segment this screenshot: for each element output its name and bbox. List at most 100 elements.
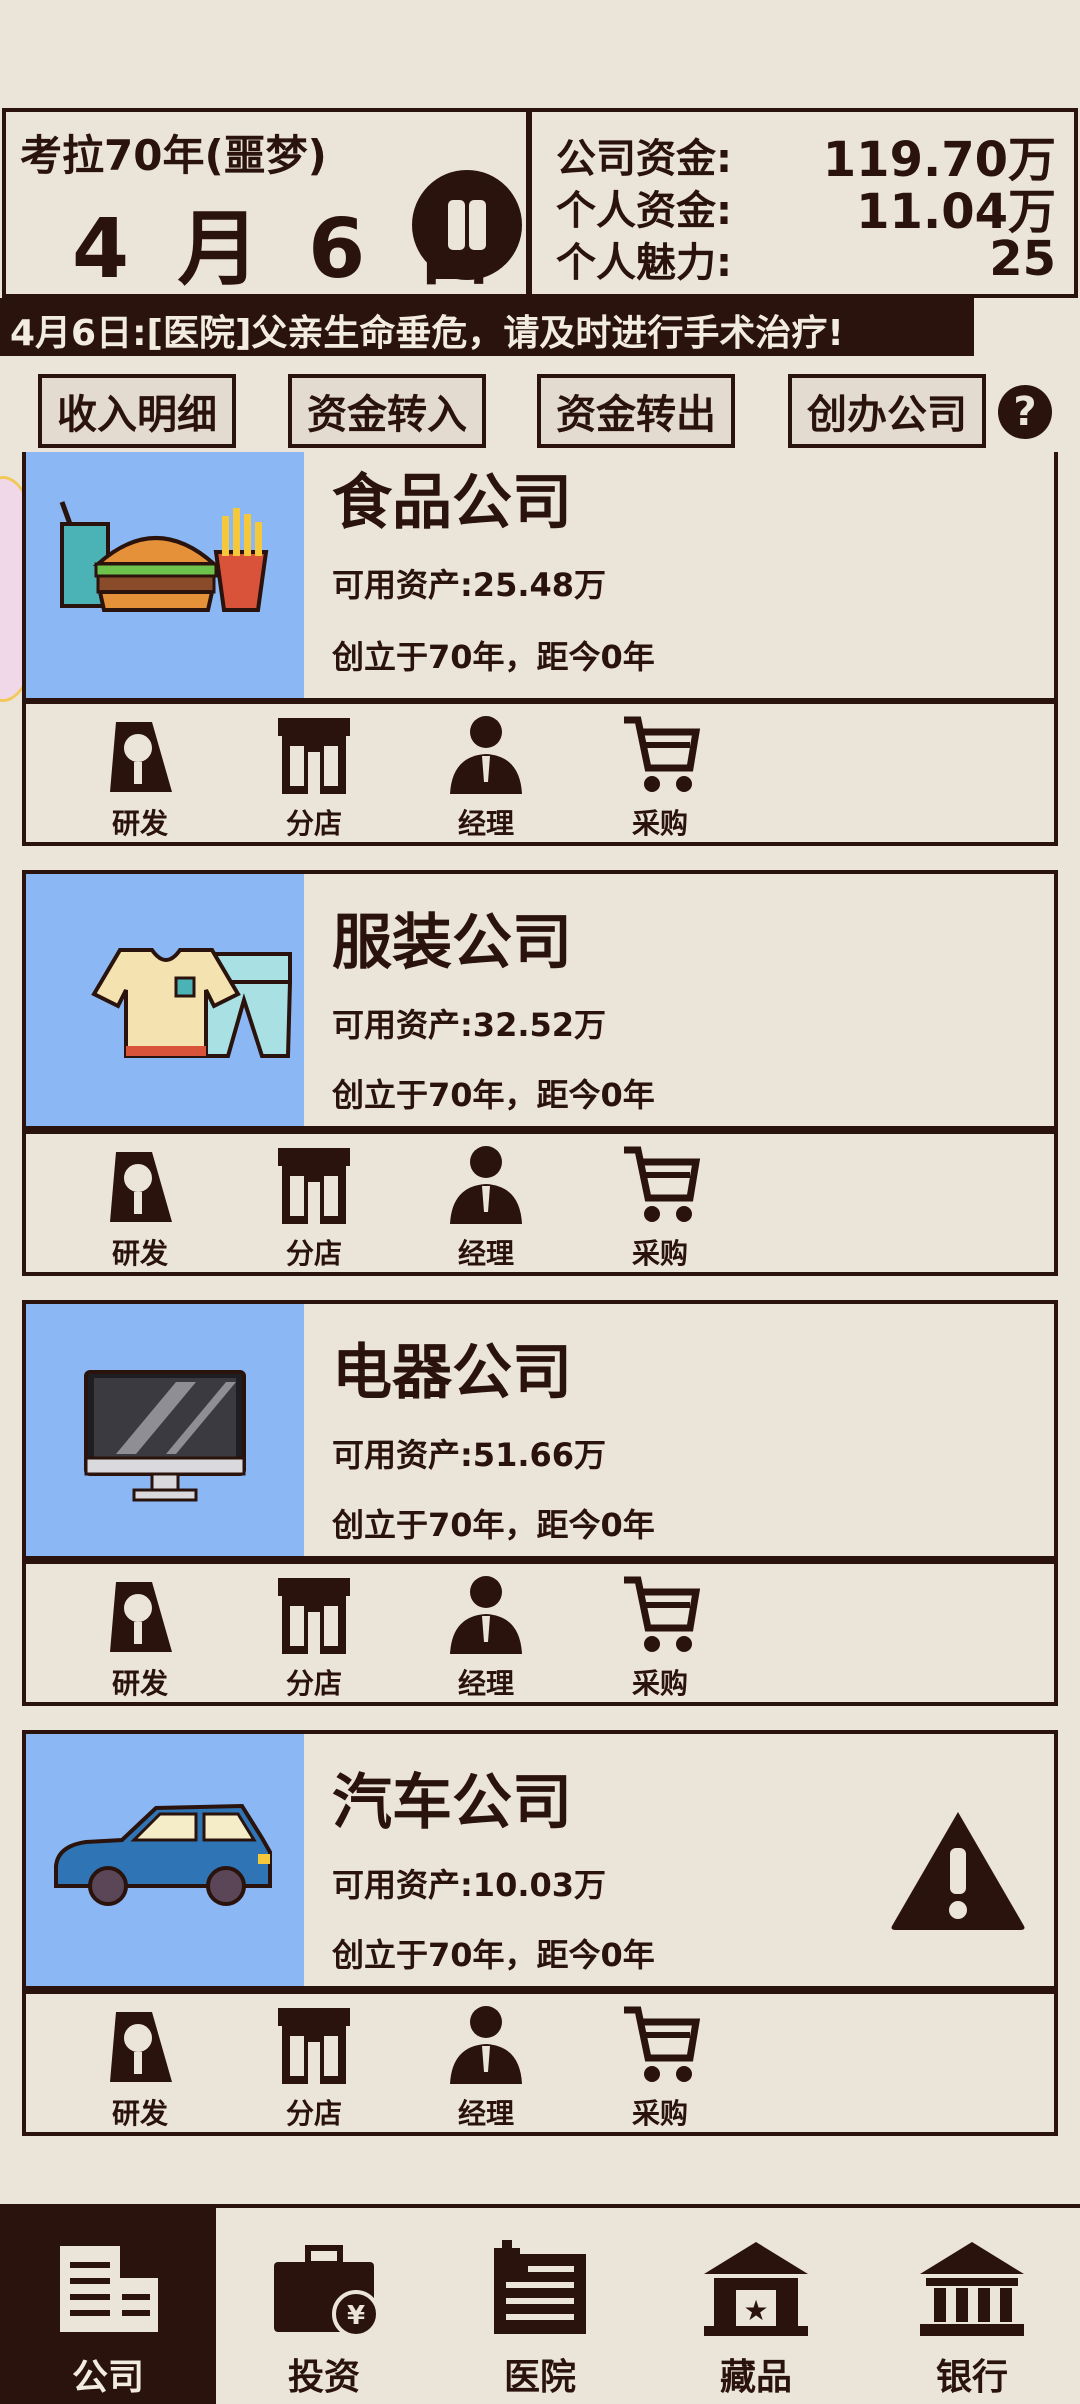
charisma-row: 个人魅力: 25 <box>556 231 1056 287</box>
car-icon <box>54 1803 272 1906</box>
company-image <box>26 874 304 1126</box>
company-name: 食品公司 <box>332 468 572 538</box>
research-button[interactable]: 研发 <box>80 2002 200 2132</box>
warning-icon[interactable] <box>888 1808 1028 1932</box>
branch-button[interactable]: 分店 <box>254 2002 374 2132</box>
purchase-button[interactable]: 采购 <box>600 1142 720 1272</box>
purchase-button[interactable]: 采购 <box>600 2002 720 2132</box>
branch-label: 分店 <box>285 1237 342 1270</box>
purchase-label: 采购 <box>631 1667 688 1700</box>
branch-label: 分店 <box>285 1667 342 1700</box>
charisma-value: 25 <box>989 231 1056 287</box>
shop-icon <box>278 718 350 794</box>
funds-panel: 公司资金: 119.70万 个人资金: 11.04万 个人魅力: 25 <box>528 108 1078 298</box>
personal-funds-row: 个人资金: 11.04万 <box>556 180 1056 240</box>
manager-button[interactable]: 经理 <box>426 1142 546 1272</box>
manager-label: 经理 <box>457 807 514 840</box>
burger-fries-icon <box>59 501 269 612</box>
clothes-icon <box>91 948 293 1058</box>
purchase-label: 采购 <box>631 2097 688 2130</box>
manager-label: 经理 <box>457 2097 514 2130</box>
nav-label: 藏品 <box>719 2357 792 2398</box>
branch-button[interactable]: 分店 <box>254 712 374 842</box>
company-name: 服装公司 <box>332 908 572 978</box>
branch-button[interactable]: 分店 <box>254 1142 374 1272</box>
purchase-button[interactable]: 采购 <box>600 712 720 842</box>
manager-button[interactable]: 经理 <box>426 1572 546 1702</box>
purchase-label: 采购 <box>631 1237 688 1270</box>
company-ops-automobile: 研发 分店 经理 采购 <box>22 1990 1058 2136</box>
transfer-out-button[interactable]: 资金转出 <box>537 374 735 448</box>
nav-label: 公司 <box>71 2357 144 2398</box>
manager-icon <box>450 1146 522 1224</box>
research-icon <box>110 1152 172 1222</box>
nav-collection[interactable]: ★ 藏品 <box>648 2208 864 2404</box>
create-company-button[interactable]: 创办公司 <box>788 374 986 448</box>
company-name: 汽车公司 <box>332 1768 572 1838</box>
research-icon <box>110 2012 172 2082</box>
company-name: 电器公司 <box>332 1338 572 1408</box>
news-ticker: 4月6日:[医院]父亲生命垂危，请及时进行手术治疗! <box>0 298 974 356</box>
nav-bank[interactable]: 银行 <box>864 2208 1080 2404</box>
monitor-icon <box>84 1370 246 1502</box>
game-title: 考拉70年(噩梦) <box>20 131 327 180</box>
branch-button[interactable]: 分店 <box>254 1572 374 1702</box>
research-label: 研发 <box>111 2097 168 2130</box>
company-founded: 创立于70年，距今0年 <box>332 1506 655 1544</box>
personal-funds-label: 个人资金: <box>556 188 732 234</box>
research-button[interactable]: 研发 <box>80 712 200 842</box>
branch-label: 分店 <box>285 807 342 840</box>
research-button[interactable]: 研发 <box>80 1572 200 1702</box>
company-card-electronics[interactable]: 电器公司 可用资产:51.66万 创立于70年，距今0年 <box>22 1300 1058 1560</box>
company-assets: 可用资产:25.48万 <box>332 566 607 604</box>
company-card-food[interactable]: 食品公司 可用资产:25.48万 创立于70年，距今0年 <box>22 452 1058 702</box>
nav-invest[interactable]: ¥ 投资 <box>216 2208 432 2404</box>
company-card-clothing[interactable]: 服装公司 可用资产:32.52万 创立于70年，距今0年 <box>22 870 1058 1130</box>
company-image <box>26 1304 304 1556</box>
manager-label: 经理 <box>457 1667 514 1700</box>
company-ops-electronics: 研发 分店 经理 采购 <box>22 1560 1058 1706</box>
bottom-nav: 公司 ¥ 投资 医院 ★ 藏品 银行 <box>0 2204 1080 2404</box>
company-icon <box>60 2246 158 2332</box>
pause-icon <box>448 200 465 250</box>
purchase-button[interactable]: 采购 <box>600 1572 720 1702</box>
cart-icon <box>624 716 700 792</box>
company-card-automobile[interactable]: 汽车公司 可用资产:10.03万 创立于70年，距今0年 <box>22 1730 1058 1990</box>
company-image <box>26 452 304 698</box>
research-icon <box>110 722 172 792</box>
cart-icon <box>624 1576 700 1652</box>
research-label: 研发 <box>111 1667 168 1700</box>
pause-button[interactable] <box>412 170 522 280</box>
news-text: 4月6日:[医院]父亲生命垂危，请及时进行手术治疗! <box>10 313 844 354</box>
nav-company[interactable]: 公司 <box>0 2208 216 2404</box>
company-assets: 可用资产:32.52万 <box>332 1006 607 1044</box>
purchase-label: 采购 <box>631 807 688 840</box>
nav-hospital[interactable]: 医院 <box>432 2208 648 2404</box>
company-assets: 可用资产:10.03万 <box>332 1866 607 1904</box>
company-assets: 可用资产:51.66万 <box>332 1436 607 1474</box>
company-founded: 创立于70年，距今0年 <box>332 1936 655 1974</box>
bank-icon <box>920 2242 1024 2336</box>
research-button[interactable]: 研发 <box>80 1142 200 1272</box>
company-founded: 创立于70年，距今0年 <box>332 1076 655 1114</box>
cart-icon <box>624 1146 700 1222</box>
help-button[interactable]: ? <box>998 385 1052 439</box>
income-detail-button[interactable]: 收入明细 <box>38 374 236 448</box>
transfer-in-button[interactable]: 资金转入 <box>288 374 486 448</box>
manager-label: 经理 <box>457 1237 514 1270</box>
briefcase-icon: ¥ <box>274 2245 380 2338</box>
charisma-label: 个人魅力: <box>556 240 732 286</box>
company-funds-label: 公司资金: <box>556 136 732 182</box>
nav-label: 医院 <box>503 2357 576 2398</box>
pause-icon-bar <box>469 200 486 250</box>
manager-icon <box>450 716 522 794</box>
manager-button[interactable]: 经理 <box>426 712 546 842</box>
company-ops-clothing: 研发 分店 经理 采购 <box>22 1130 1058 1276</box>
nav-label: 银行 <box>935 2357 1008 2398</box>
research-icon <box>110 1582 172 1652</box>
date-panel: 考拉70年(噩梦) 4 月 6 日 <box>2 108 530 298</box>
shop-icon <box>278 2008 350 2084</box>
museum-icon: ★ <box>704 2242 808 2336</box>
nav-label: 投资 <box>287 2357 360 2398</box>
manager-button[interactable]: 经理 <box>426 2002 546 2132</box>
